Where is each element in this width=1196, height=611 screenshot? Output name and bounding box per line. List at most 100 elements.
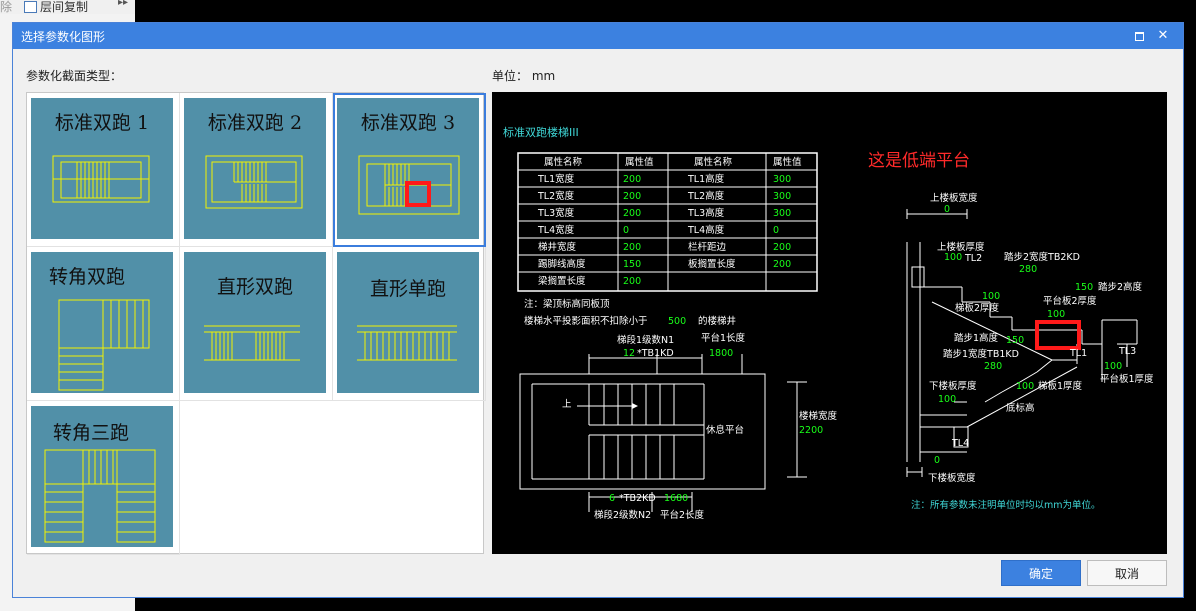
table-cell[interactable]: 200 [623, 174, 641, 185]
delete-tool[interactable]: 除 [0, 0, 12, 15]
table-cell: TL1高度 [687, 173, 725, 185]
table-cell: TL4宽度 [537, 224, 575, 236]
shape-thumb[interactable]: 标准双跑 1 [31, 98, 173, 239]
shape-gallery: 标准双跑 1 标准双跑 2 标准双跑 3 转角双跑 直形双跑 直形单跑 转角三跑 [26, 92, 486, 555]
more-icon[interactable]: ▸▸ [118, 0, 128, 8]
section-type-label: 参数化截面类型： [26, 69, 123, 83]
section-value[interactable]: 0 [934, 455, 940, 466]
table-cell[interactable]: 200 [623, 242, 641, 253]
plan-label: *TB1KD [637, 348, 674, 359]
section-label: 踏步2高度 [1098, 281, 1143, 293]
plan-value[interactable]: 1800 [709, 348, 733, 359]
shape-thumb[interactable]: 直形单跑 [337, 252, 479, 393]
table-cell[interactable]: 200 [623, 191, 641, 202]
section-value[interactable]: 150 [1075, 282, 1093, 293]
section-value[interactable]: 100 [982, 291, 1000, 302]
unit-label: 单位： mm [492, 69, 556, 83]
table-cell: TL2宽度 [537, 190, 575, 202]
table-cell[interactable]: 300 [773, 191, 791, 202]
section-value[interactable]: 100 [1047, 309, 1065, 320]
table-cell[interactable]: 0 [773, 225, 779, 236]
plan-label: 休息平台 [706, 424, 744, 436]
table-cell[interactable]: 200 [773, 242, 791, 253]
cancel-button[interactable]: 取消 [1087, 560, 1167, 586]
section-label: 梯板1厚度 [1038, 380, 1083, 392]
section-label: 平台板2厚度 [1043, 295, 1097, 307]
shape-thumb[interactable]: 标准双跑 2 [184, 98, 326, 239]
section-value[interactable]: 280 [1019, 264, 1037, 275]
background-toolbar: 除 层间复制 ▸▸ [0, 0, 135, 14]
section-value[interactable]: 100 [1016, 381, 1034, 392]
plan-label: 平台1长度 [701, 332, 746, 344]
preview-canvas: 标准双跑楼梯III 这是低端平台 属性名称 属性值 属性名称 属性值 TL1宽度… [492, 92, 1167, 554]
table-cell: 栏杆距边 [688, 241, 727, 253]
note-area-value[interactable]: 500 [668, 316, 686, 327]
footer-note: 注：所有参数未注明单位时均以mm为单位。 [911, 499, 1101, 511]
shape-thumb[interactable]: 转角双跑 [31, 252, 173, 393]
section-label: TL2 [964, 253, 982, 264]
shape-label: 转角双跑 [49, 266, 126, 288]
section-value[interactable]: 100 [938, 394, 956, 405]
shape-label: 直形单跑 [369, 278, 446, 300]
shape-cell-6[interactable]: 直形单跑 [333, 247, 486, 401]
layer-copy-tool[interactable]: 层间复制 [40, 0, 88, 15]
section-label: 平台板1厚度 [1100, 373, 1154, 385]
table-header: 属性值 [625, 156, 654, 168]
table-cell: TL3宽度 [537, 207, 575, 219]
table-cell[interactable]: 200 [623, 208, 641, 219]
table-cell[interactable]: 300 [773, 208, 791, 219]
section-value[interactable]: 0 [944, 204, 950, 215]
shape-cell-3[interactable]: 标准双跑 3 [333, 93, 486, 247]
section-value[interactable]: 280 [984, 361, 1002, 372]
shape-cell-7[interactable]: 转角三跑 [27, 401, 180, 555]
section-value[interactable]: 150 [1006, 335, 1024, 346]
ok-button[interactable]: 确定 [1001, 560, 1081, 586]
close-icon[interactable]: ✕ [1153, 26, 1173, 46]
table-cell: TL4高度 [687, 224, 725, 236]
section-label: TL4 [951, 438, 969, 449]
shape-thumb[interactable]: 转角三跑 [31, 406, 173, 547]
table-header: 属性名称 [694, 156, 733, 168]
shape-cell-2[interactable]: 标准双跑 2 [180, 93, 333, 247]
plan-value[interactable]: 6 [609, 493, 615, 504]
plan-view-lines [519, 354, 807, 512]
section-label: 踏步1高度 [954, 332, 999, 344]
plan-value[interactable]: 1680 [664, 493, 688, 504]
table-cell: 踢脚线高度 [538, 258, 586, 270]
copy-icon [24, 1, 37, 13]
section-label: TL1 [1069, 348, 1087, 359]
shape-label: 转角三跑 [53, 422, 130, 444]
stair-preview-drawing: 标准双跑楼梯III 这是低端平台 属性名称 属性值 属性名称 属性值 TL1宽度… [503, 125, 1154, 521]
section-value[interactable]: 100 [944, 252, 962, 263]
table-cell[interactable]: 0 [623, 225, 629, 236]
table-cell: TL1宽度 [537, 173, 575, 185]
maximize-icon[interactable] [1129, 26, 1149, 46]
section-label: 上楼板宽度 [930, 192, 978, 204]
section-label: 踏步2宽度TB2KD [1004, 251, 1080, 263]
plan-value[interactable]: 2200 [799, 425, 823, 436]
shape-cell-1[interactable]: 标准双跑 1 [27, 93, 180, 247]
shape-cell-5[interactable]: 直形双跑 [180, 247, 333, 401]
plan-value[interactable]: 12 [623, 348, 635, 359]
table-cell[interactable]: 200 [623, 276, 641, 287]
note-beam-top: 注：梁顶标高同板顶 [524, 298, 610, 310]
highlight-box [405, 181, 431, 207]
shape-thumb[interactable]: 标准双跑 3 [337, 98, 479, 239]
section-label: TL3 [1118, 346, 1136, 357]
section-value[interactable]: 100 [1104, 361, 1122, 372]
table-header: 属性名称 [544, 156, 583, 168]
note-area-b: 的楼梯井 [698, 315, 736, 327]
table-cell[interactable]: 150 [623, 259, 641, 270]
table-cell: TL3高度 [687, 207, 725, 219]
shape-thumb[interactable]: 直形双跑 [184, 252, 326, 393]
table-cell[interactable]: 300 [773, 174, 791, 185]
table-header: 属性值 [773, 156, 802, 168]
table-cell[interactable]: 200 [773, 259, 791, 270]
shape-label: 标准双跑 2 [207, 112, 303, 134]
shape-cell-4[interactable]: 转角双跑 [27, 247, 180, 401]
select-shape-dialog: 选择参数化图形 ✕ 参数化截面类型： 单位： mm 标准双跑 1 标准双跑 2 … [12, 22, 1184, 598]
section-label: 底标高 [1006, 402, 1035, 414]
low-platform-annotation: 这是低端平台 [868, 151, 970, 171]
section-label: 下楼板厚度 [929, 380, 977, 392]
plan-label: 上 [562, 399, 572, 410]
